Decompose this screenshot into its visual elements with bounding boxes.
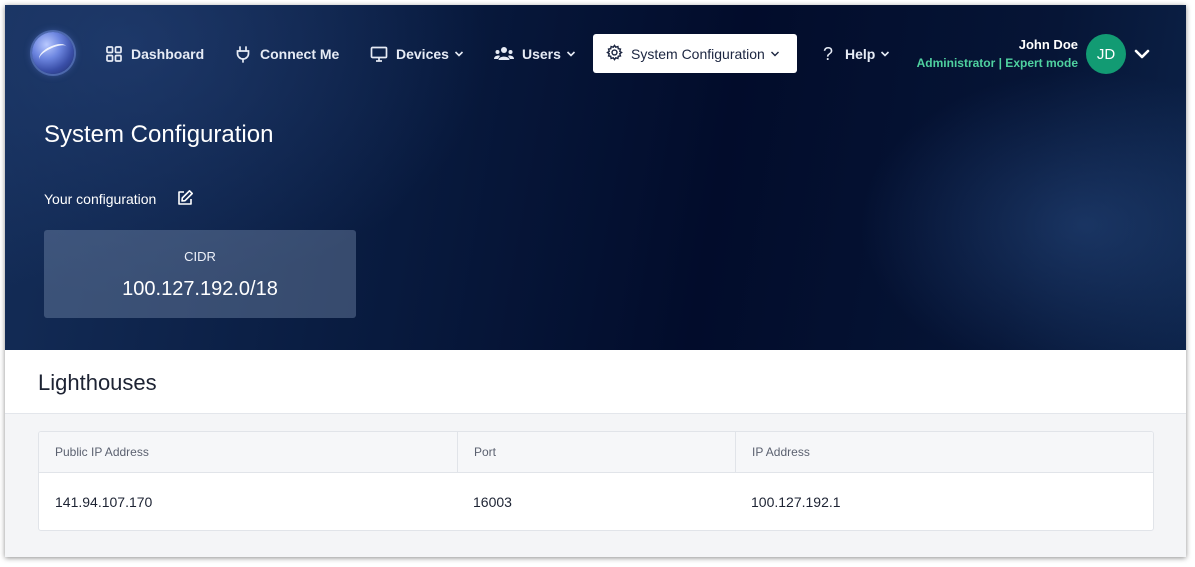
- nav-dashboard-label: Dashboard: [131, 46, 205, 62]
- users-icon: [494, 45, 514, 63]
- nav-help[interactable]: ? Help: [819, 38, 890, 70]
- nav-users-label: Users: [522, 46, 561, 62]
- nav-connect-me[interactable]: Connect Me: [234, 38, 339, 70]
- nav-devices[interactable]: Devices: [370, 38, 464, 70]
- nav-system-configuration-label: System Configuration: [631, 45, 765, 62]
- column-header-ip-address: IP Address: [735, 432, 1153, 473]
- nav-dashboard[interactable]: Dashboard: [105, 38, 204, 70]
- app-window: Dashboard Connect Me Devices Users Syste…: [5, 5, 1186, 557]
- cidr-label: CIDR: [184, 249, 216, 264]
- cell-ip-address: 100.127.192.1: [751, 494, 841, 510]
- user-name: John Doe: [1018, 37, 1078, 52]
- user-info: John Doe Administrator | Expert mode: [917, 37, 1078, 71]
- avatar[interactable]: JD: [1086, 34, 1126, 74]
- column-header-public-ip: Public IP Address: [55, 445, 149, 459]
- cidr-value: 100.127.192.0/18: [122, 278, 278, 300]
- cidr-card: CIDR 100.127.192.0/18: [44, 230, 356, 318]
- user-role: Administrator | Expert mode: [916, 56, 1078, 70]
- lighthouses-title: Lighthouses: [38, 370, 157, 395]
- page-title: System Configuration: [44, 121, 274, 148]
- nav-system-configuration[interactable]: System Configuration: [593, 34, 797, 73]
- plug-icon: [234, 45, 252, 63]
- nav-help-label: Help: [845, 46, 876, 62]
- question-icon: ?: [822, 43, 833, 64]
- header-banner: Dashboard Connect Me Devices Users Syste…: [5, 5, 1186, 350]
- gear-icon: [606, 43, 623, 64]
- cell-public-ip: 141.94.107.170: [55, 494, 153, 510]
- user-menu-chevron-icon[interactable]: [1134, 47, 1150, 61]
- monitor-icon: [370, 45, 388, 63]
- lighthouses-table: Public IP Address Port IP Address 141.94…: [38, 431, 1154, 531]
- nav-connect-me-label: Connect Me: [260, 46, 340, 62]
- app-logo[interactable]: [32, 32, 74, 74]
- nav-devices-label: Devices: [396, 46, 449, 62]
- edit-icon[interactable]: [176, 189, 194, 207]
- chevron-down-icon: [566, 49, 576, 59]
- lighthouses-header: Lighthouses: [5, 350, 1186, 414]
- chevron-down-icon: [770, 49, 780, 59]
- nav-users[interactable]: Users: [494, 38, 576, 70]
- table-header: Public IP Address Port IP Address: [39, 432, 1153, 473]
- column-header-port: Port: [457, 432, 735, 473]
- chevron-down-icon: [454, 49, 464, 59]
- table-row[interactable]: 141.94.107.170 16003 100.127.192.1: [39, 473, 1153, 530]
- chevron-down-icon: [880, 49, 890, 59]
- config-label: Your configuration: [44, 191, 157, 207]
- cell-port: 16003: [473, 494, 512, 510]
- grid-icon: [105, 45, 123, 63]
